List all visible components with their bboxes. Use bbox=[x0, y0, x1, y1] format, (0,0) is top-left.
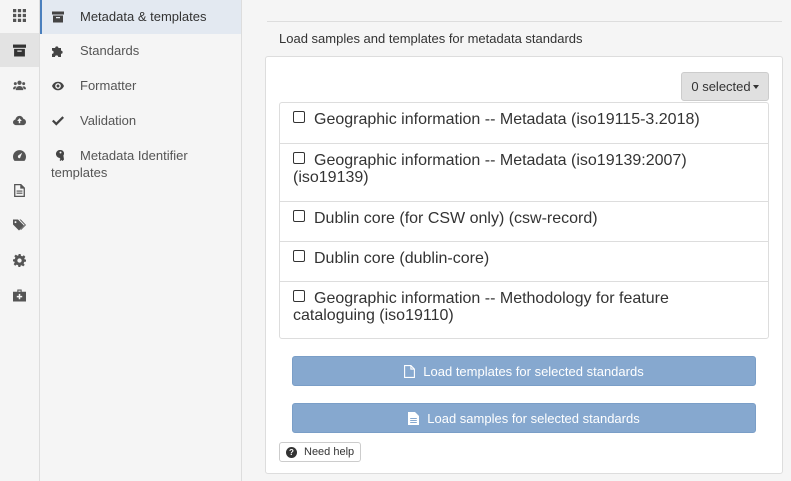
standard-row[interactable]: Dublin core (for CSW only) (csw-record) bbox=[280, 201, 768, 241]
users-icon[interactable] bbox=[0, 68, 39, 102]
dashboard-icon[interactable] bbox=[0, 138, 39, 172]
checkbox[interactable] bbox=[293, 290, 305, 302]
puzzle-icon bbox=[52, 42, 66, 59]
eye-icon bbox=[52, 77, 66, 94]
file-outline-icon bbox=[404, 364, 416, 378]
submenu-item-validation[interactable]: Validation bbox=[40, 112, 241, 129]
archive-icon bbox=[52, 8, 66, 25]
archive-icon[interactable] bbox=[0, 33, 39, 67]
panel-heading: Load samples and templates for metadata … bbox=[279, 31, 583, 46]
submenu-item-label: Validation bbox=[80, 113, 137, 128]
load-templates-button[interactable]: Load templates for selected standards bbox=[292, 356, 756, 386]
submenu-item-label: Standards bbox=[80, 43, 140, 58]
standard-label: Dublin core (dublin-core) bbox=[314, 250, 490, 267]
key-icon bbox=[52, 147, 66, 164]
submenu-item-label: Metadata & templates bbox=[80, 9, 207, 24]
submenu-item-label: Formatter bbox=[80, 78, 137, 93]
standard-label: Geographic information -- Methodology fo… bbox=[314, 290, 669, 307]
load-templates-label: Load templates for selected standards bbox=[423, 363, 644, 379]
cloud-upload-icon[interactable] bbox=[0, 103, 39, 137]
submenu-item-metadata-identifier-templates[interactable]: Metadata Identifier templates bbox=[40, 147, 230, 181]
file-text-icon bbox=[408, 411, 420, 425]
standard-row[interactable]: Geographic information -- Methodology fo… bbox=[280, 281, 768, 338]
standard-row[interactable]: Geographic information -- Metadata (iso1… bbox=[280, 103, 768, 143]
load-samples-label: Load samples for selected standards bbox=[427, 410, 640, 426]
caret-down-icon bbox=[752, 84, 759, 89]
standard-label: Geographic information -- Metadata (iso1… bbox=[314, 152, 687, 169]
checkbox[interactable] bbox=[293, 210, 305, 222]
checkbox[interactable] bbox=[293, 250, 305, 262]
grid-icon[interactable] bbox=[0, 0, 39, 32]
question-circle-icon: ? bbox=[286, 446, 297, 458]
tags-icon[interactable] bbox=[0, 208, 39, 242]
main-content: Load samples and templates for metadata … bbox=[242, 0, 791, 481]
standard-row[interactable]: Dublin core (dublin-core) bbox=[280, 241, 768, 281]
load-samples-button[interactable]: Load samples for selected standards bbox=[292, 403, 756, 433]
document-icon[interactable] bbox=[0, 173, 39, 207]
submenu-item-metadata-templates[interactable]: Metadata & templates bbox=[40, 0, 241, 34]
checkbox[interactable] bbox=[293, 111, 305, 123]
submenu-item-label-line2: templates bbox=[51, 165, 108, 180]
standard-label-line2: (iso19139) bbox=[293, 169, 369, 186]
selected-count-label: 0 selected bbox=[691, 79, 751, 94]
standard-row[interactable]: Geographic information -- Metadata (iso1… bbox=[280, 143, 768, 201]
submenu-item-label: Metadata Identifier bbox=[80, 148, 188, 163]
divider bbox=[267, 21, 782, 22]
icon-sidebar bbox=[0, 0, 40, 481]
settings-submenu: Metadata & templates Standards Formatter… bbox=[40, 0, 242, 481]
medkit-icon[interactable] bbox=[0, 278, 39, 312]
submenu-item-standards[interactable]: Standards bbox=[40, 42, 241, 59]
need-help-button[interactable]: ? Need help bbox=[279, 442, 362, 462]
need-help-label: Need help bbox=[304, 446, 355, 458]
submenu-item-formatter[interactable]: Formatter bbox=[40, 77, 241, 94]
standard-label-line2: cataloguing (iso19110) bbox=[293, 307, 454, 324]
gear-icon[interactable] bbox=[0, 243, 39, 277]
check-icon bbox=[52, 112, 66, 129]
load-samples-panel: 0 selected Geographic information -- Met… bbox=[265, 56, 783, 474]
selected-count-dropdown[interactable]: 0 selected bbox=[681, 72, 769, 101]
standard-label: Dublin core (for CSW only) (csw-record) bbox=[314, 210, 598, 227]
standard-label: Geographic information -- Metadata (iso1… bbox=[314, 111, 700, 128]
checkbox[interactable] bbox=[293, 152, 305, 164]
standards-list: Geographic information -- Metadata (iso1… bbox=[279, 102, 769, 339]
